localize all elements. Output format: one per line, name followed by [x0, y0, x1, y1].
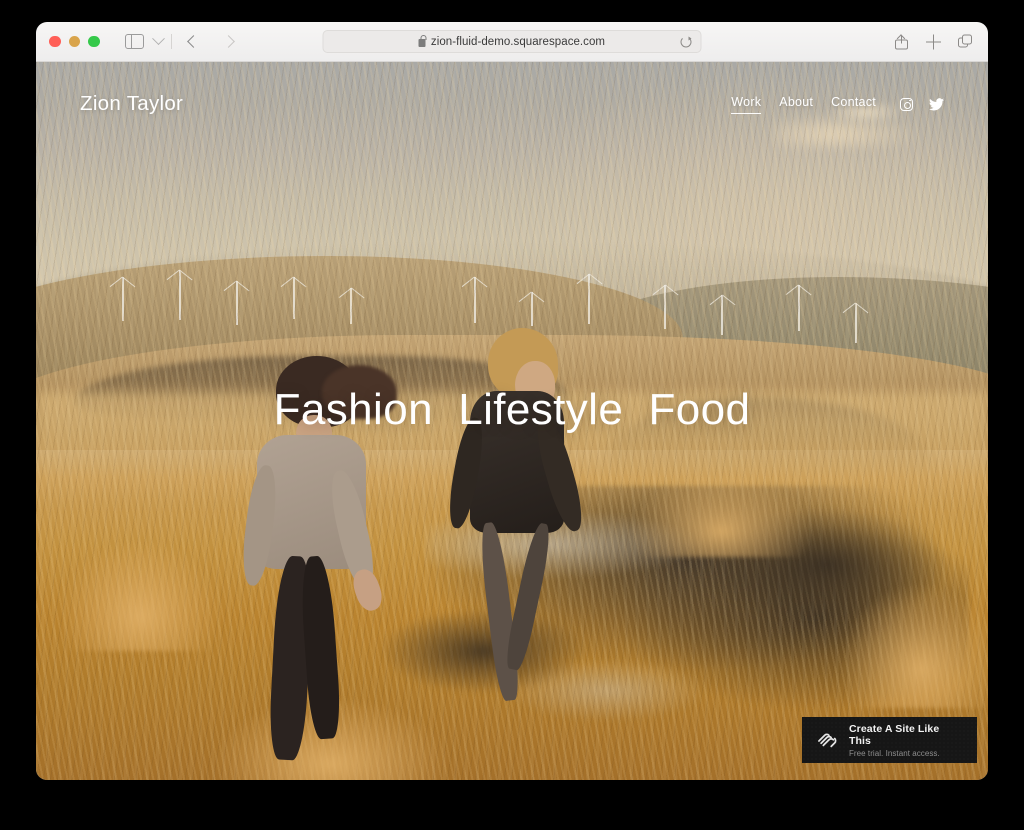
badge-subtitle: Free trial. Instant access. — [849, 749, 963, 758]
zoom-button[interactable] — [88, 36, 100, 48]
site-header: Zion Taylor Work About Contact — [36, 62, 988, 146]
grass-tuft — [836, 579, 988, 708]
hero-headline: Fashion Lifestyle Food — [36, 385, 988, 435]
minimize-button[interactable] — [69, 36, 81, 48]
person-figure-right — [445, 328, 597, 701]
leg-right — [503, 521, 555, 672]
nav-item-about[interactable]: About — [779, 95, 813, 113]
tabs-icon[interactable] — [958, 34, 973, 49]
hand — [349, 566, 386, 613]
tabs-rect-front — [962, 34, 972, 44]
browser-window: zion-fluid-demo.squarespace.com — [36, 22, 988, 780]
badge-text: Create A Site Like This Free trial. Inst… — [849, 723, 963, 758]
sidebar-frame — [125, 34, 144, 49]
reload-icon[interactable] — [681, 36, 692, 47]
twitter-icon[interactable] — [929, 98, 944, 111]
address-bar[interactable]: zion-fluid-demo.squarespace.com — [323, 30, 702, 53]
primary-nav: Work About Contact — [731, 95, 944, 114]
toolbar-separator — [171, 34, 172, 49]
nav-item-contact[interactable]: Contact — [831, 95, 876, 113]
webpage-viewport: Zion Taylor Work About Contact Fashion L… — [36, 62, 988, 780]
grass-tuft — [55, 536, 226, 651]
sidebar-divider — [131, 35, 132, 47]
site-logo[interactable]: Zion Taylor — [80, 92, 183, 116]
lock-icon — [419, 39, 426, 47]
squarespace-promo-badge[interactable]: Create A Site Like This Free trial. Inst… — [802, 717, 977, 763]
sidebar-toggle-icon[interactable] — [125, 34, 144, 49]
new-tab-icon[interactable] — [926, 34, 941, 49]
back-icon[interactable] — [187, 35, 200, 48]
share-icon[interactable] — [894, 34, 909, 49]
nav-item-work[interactable]: Work — [731, 95, 761, 114]
toolbar-left-group — [100, 34, 233, 49]
chevron-down-icon[interactable] — [152, 32, 165, 45]
instagram-icon[interactable] — [900, 98, 913, 111]
squarespace-logo — [816, 729, 838, 751]
forward-icon[interactable] — [222, 35, 235, 48]
url-text: zion-fluid-demo.squarespace.com — [431, 36, 605, 48]
browser-toolbar: zion-fluid-demo.squarespace.com — [36, 22, 988, 62]
grass-tuft — [626, 471, 816, 557]
badge-title: Create A Site Like This — [849, 723, 963, 747]
close-button[interactable] — [49, 36, 61, 48]
social-links — [900, 98, 944, 111]
toolbar-right-group — [894, 34, 973, 49]
window-controls — [49, 36, 100, 48]
